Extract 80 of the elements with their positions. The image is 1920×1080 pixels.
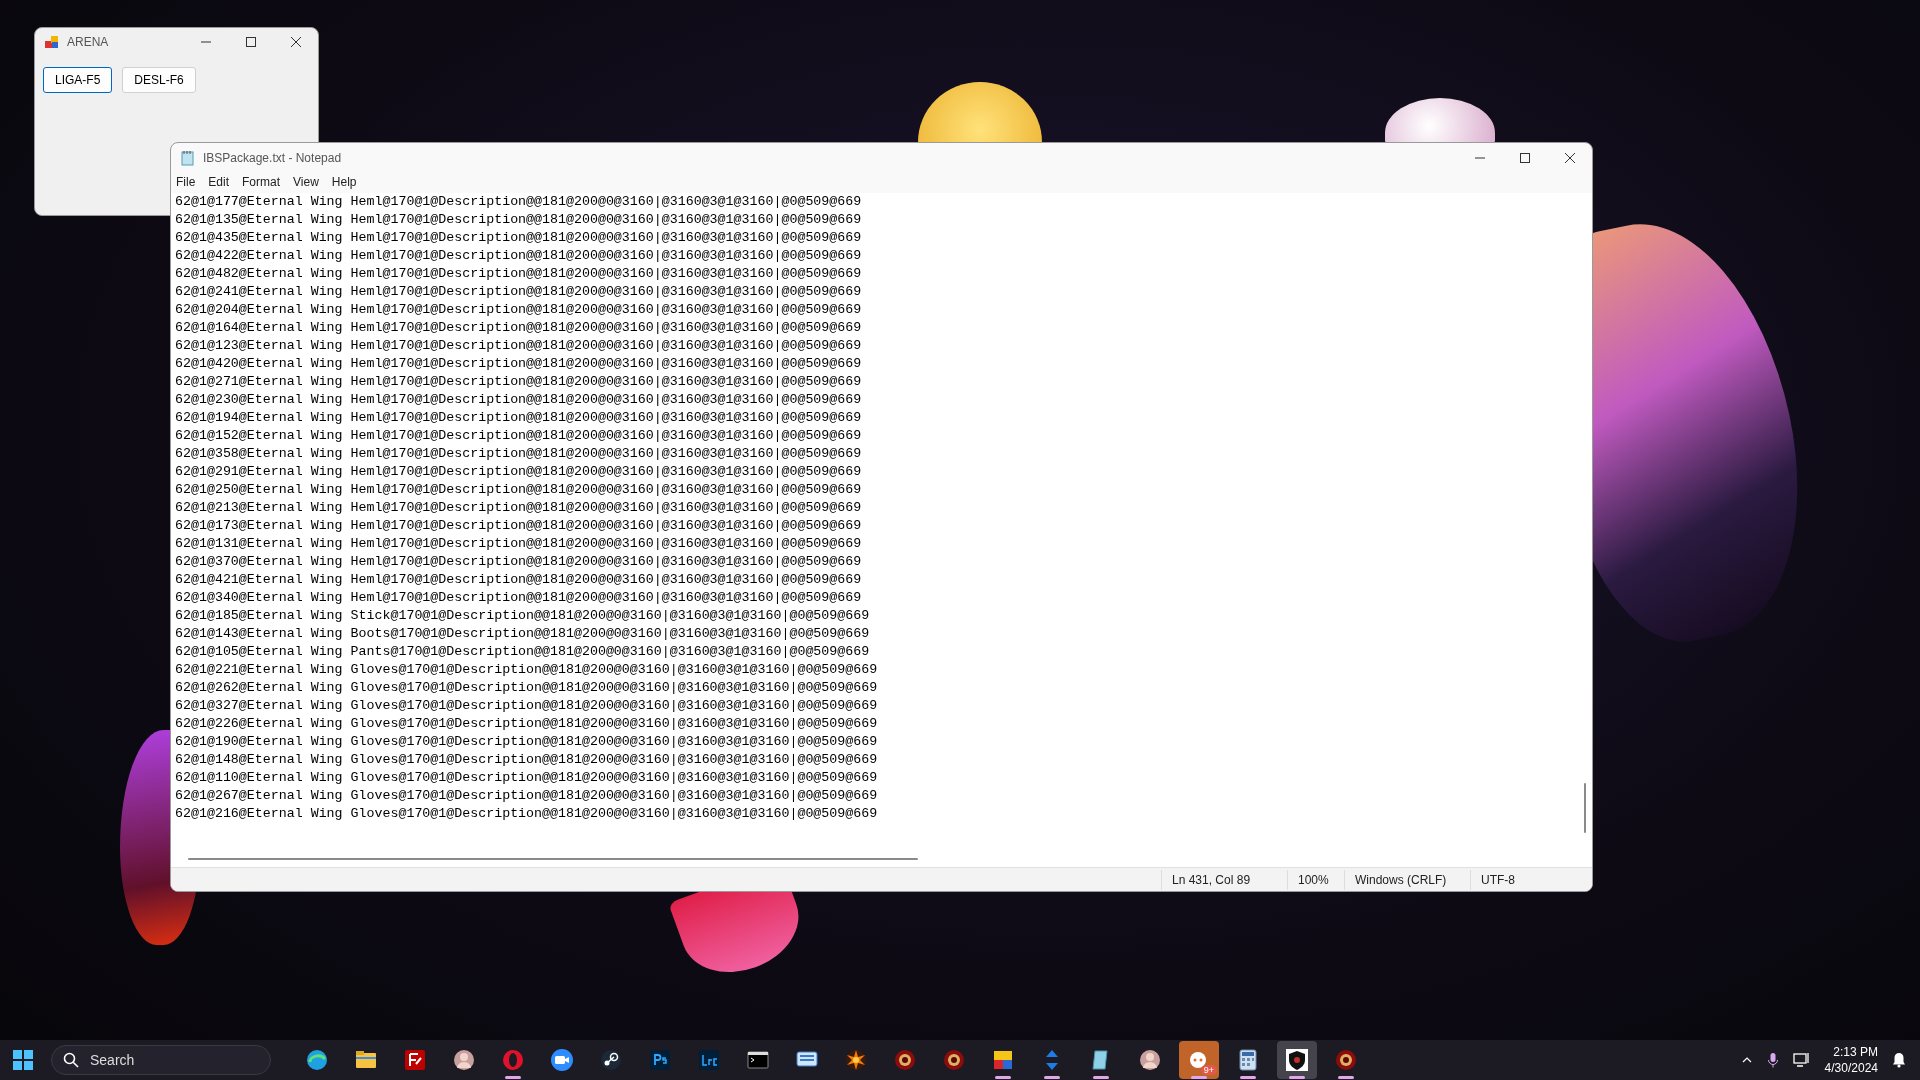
text-line: 62@1@148@Eternal Wing Gloves@170@1@Description@@181@200@0@3160|@3160@3@1@3160|@0@509@669 — [175, 751, 879, 769]
text-line: 62@1@262@Eternal Wing Gloves@170@1@Description@@181@200@0@3160|@3160@3@1@3160|@0@509@669 — [175, 679, 879, 697]
taskbar-app-button[interactable]: 9+ — [1179, 1041, 1219, 1079]
text-line: 62@1@267@Eternal Wing Gloves@170@1@Description@@181@200@0@3160|@3160@3@1@3160|@0@509@669 — [175, 787, 879, 805]
text-line: 62@1@291@Eternal Wing Heml@170@1@Description@@181@200@0@3160|@3160@3@1@3160|@0@509@669 — [175, 463, 863, 481]
notification-bell-icon[interactable] — [1892, 1052, 1906, 1068]
text-line: 62@1@194@Eternal Wing Heml@170@1@Description@@181@200@0@3160|@3160@3@1@3160|@0@509@669 — [175, 409, 863, 427]
text-line: 62@1@185@Eternal Wing Stick@170@1@Description@@181@200@0@3160|@3160@3@1@3160|@0@509@669 — [175, 607, 871, 625]
text-line: 62@1@422@Eternal Wing Heml@170@1@Description@@181@200@0@3160|@3160@3@1@3160|@0@509@669 — [175, 247, 863, 265]
taskbar-app-button[interactable] — [1277, 1041, 1317, 1079]
text-line: 62@1@123@Eternal Wing Heml@170@1@Description@@181@200@0@3160|@3160@3@1@3160|@0@509@669 — [175, 337, 863, 355]
close-icon[interactable] — [1564, 152, 1576, 164]
game-emblem-icon — [893, 1048, 917, 1072]
status-text: 100% — [1287, 869, 1344, 890]
text-line: 62@1@271@Eternal Wing Heml@170@1@Description@@181@200@0@3160|@3160@3@1@3160|@0@509@669 — [175, 373, 863, 391]
text-line: 62@1@340@Eternal Wing Heml@170@1@Description@@181@200@0@3160|@3160@3@1@3160|@0@509@669 — [175, 589, 863, 607]
text-line: 62@1@370@Eternal Wing Heml@170@1@Description@@181@200@0@3160|@3160@3@1@3160|@0@509@669 — [175, 553, 863, 571]
text-line: 62@1@173@Eternal Wing Heml@170@1@Description@@181@200@0@3160|@3160@3@1@3160|@0@509@669 — [175, 517, 863, 535]
game-emblem-icon — [1334, 1048, 1358, 1072]
browser-icon — [305, 1048, 329, 1072]
window-title: IBSPackage.txt - Notepad — [203, 151, 343, 165]
notepad-icon — [181, 150, 195, 166]
avatar-icon — [452, 1048, 476, 1072]
text-line: 62@1@421@Eternal Wing Heml@170@1@Description@@181@200@0@3160|@3160@3@1@3160|@0@509@669 — [175, 571, 863, 589]
menu-item[interactable]: View — [293, 175, 319, 189]
text-line: 62@1@135@Eternal Wing Heml@170@1@Description@@181@200@0@3160|@3160@3@1@3160|@0@509@669 — [175, 211, 863, 229]
text-line: 62@1@110@Eternal Wing Gloves@170@1@Description@@181@200@0@3160|@3160@3@1@3160|@0@509@669 — [175, 769, 879, 787]
terminal-icon — [746, 1048, 770, 1072]
text-line: 62@1@164@Eternal Wing Heml@170@1@Description@@181@200@0@3160|@3160@3@1@3160|@0@509@669 — [175, 319, 863, 337]
text-line: 62@1@327@Eternal Wing Gloves@170@1@Description@@181@200@0@3160|@3160@3@1@3160|@0@509@669 — [175, 697, 879, 715]
video-call-icon — [550, 1048, 574, 1072]
text-line: 62@1@143@Eternal Wing Boots@170@1@Description@@181@200@0@3160|@3160@3@1@3160|@0@509@669 — [175, 625, 871, 643]
text-line: 62@1@204@Eternal Wing Heml@170@1@Description@@181@200@0@3160|@3160@3@1@3160|@0@509@669 — [175, 301, 863, 319]
status-text: Windows (CRLF) — [1344, 869, 1470, 890]
calculator-icon — [1236, 1048, 1260, 1072]
app-icon — [45, 35, 59, 49]
text-line: 62@1@420@Eternal Wing Heml@170@1@Description@@181@200@0@3160|@3160@3@1@3160|@0@509@669 — [175, 355, 863, 373]
game-emblem-icon — [942, 1048, 966, 1072]
microphone-icon[interactable] — [1766, 1052, 1779, 1068]
shield-icon — [1285, 1048, 1309, 1072]
menu-item[interactable]: Help — [331, 175, 357, 189]
text-line: 62@1@152@Eternal Wing Heml@170@1@Description@@181@200@0@3160|@3160@3@1@3160|@0@509@669 — [175, 427, 863, 445]
text-line: 62@1@216@Eternal Wing Gloves@170@1@Description@@181@200@0@3160|@3160@3@1@3160|@0@509@669 — [175, 805, 879, 823]
window-button[interactable]: DESL-F6 — [122, 67, 196, 93]
maximize-icon[interactable] — [1519, 152, 1531, 164]
text-line: 62@1@190@Eternal Wing Gloves@170@1@Description@@181@200@0@3160|@3160@3@1@3160|@0@509@669 — [175, 733, 879, 751]
status-text: UTF-8 — [1470, 869, 1525, 890]
text-line: 62@1@250@Eternal Wing Heml@170@1@Description@@181@200@0@3160|@3160@3@1@3160|@0@509@669 — [175, 481, 863, 499]
text-line: 62@1@230@Eternal Wing Heml@170@1@Description@@181@200@0@3160|@3160@3@1@3160|@0@509@669 — [175, 391, 863, 409]
status-text: Ln 431, Col 89 — [1161, 869, 1287, 890]
maximize-icon[interactable] — [245, 36, 257, 48]
text-line: 62@1@435@Eternal Wing Heml@170@1@Description@@181@200@0@3160|@3160@3@1@3160|@0@509@669 — [175, 229, 863, 247]
sun-emblem-icon — [844, 1048, 868, 1072]
scrollbar-thumb[interactable] — [188, 858, 918, 860]
text-line: 62@1@226@Eternal Wing Gloves@170@1@Description@@181@200@0@3160|@3160@3@1@3160|@0@509@669 — [175, 715, 879, 733]
window-title: ARENA — [67, 35, 110, 49]
clock-date[interactable]: 4/30/2024 — [1824, 1060, 1878, 1076]
text-line: 62@1@213@Eternal Wing Heml@170@1@Description@@181@200@0@3160|@3160@3@1@3160|@0@509@669 — [175, 499, 863, 517]
search-icon — [63, 1052, 79, 1068]
scrollbar-thumb[interactable] — [1584, 783, 1586, 833]
text-line: 62@1@177@Eternal Wing Heml@170@1@Description@@181@200@0@3160|@3160@3@1@3160|@0@509@669 — [175, 193, 863, 211]
text-line: 62@1@105@Eternal Wing Pants@170@1@Description@@181@200@0@3160|@3160@3@1@3160|@0@509@669 — [175, 643, 871, 661]
menu-item[interactable]: Format — [242, 175, 281, 189]
menu-item[interactable]: File — [176, 175, 196, 189]
ftp-icon — [403, 1048, 427, 1072]
text-line: 62@1@482@Eternal Wing Heml@170@1@Description@@181@200@0@3160|@3160@3@1@3160|@0@509@669 — [175, 265, 863, 283]
network-icon[interactable] — [1792, 1052, 1811, 1068]
clock-time[interactable]: 2:13 PM — [1833, 1044, 1878, 1060]
tiles-icon — [991, 1048, 1015, 1072]
search-field[interactable]: Search — [51, 1045, 271, 1075]
start-icon[interactable] — [13, 1050, 33, 1070]
text-line: 62@1@358@Eternal Wing Heml@170@1@Description@@181@200@0@3160|@3160@3@1@3160|@0@509@669 — [175, 445, 863, 463]
close-icon[interactable] — [290, 36, 302, 48]
notification-badge: 9+ — [1200, 1065, 1217, 1075]
window-button[interactable]: LIGA-F5 — [43, 67, 113, 93]
menu-item[interactable]: Edit — [208, 175, 230, 189]
avatar-icon — [1138, 1048, 1162, 1072]
text-line: 62@1@131@Eternal Wing Heml@170@1@Description@@181@200@0@3160|@3160@3@1@3160|@0@509@669 — [175, 535, 863, 553]
text-line: 62@1@221@Eternal Wing Gloves@170@1@Description@@181@200@0@3160|@3160@3@1@3160|@0@509@669 — [175, 661, 879, 679]
text-line: 62@1@241@Eternal Wing Heml@170@1@Description@@181@200@0@3160|@3160@3@1@3160|@0@509@669 — [175, 283, 863, 301]
